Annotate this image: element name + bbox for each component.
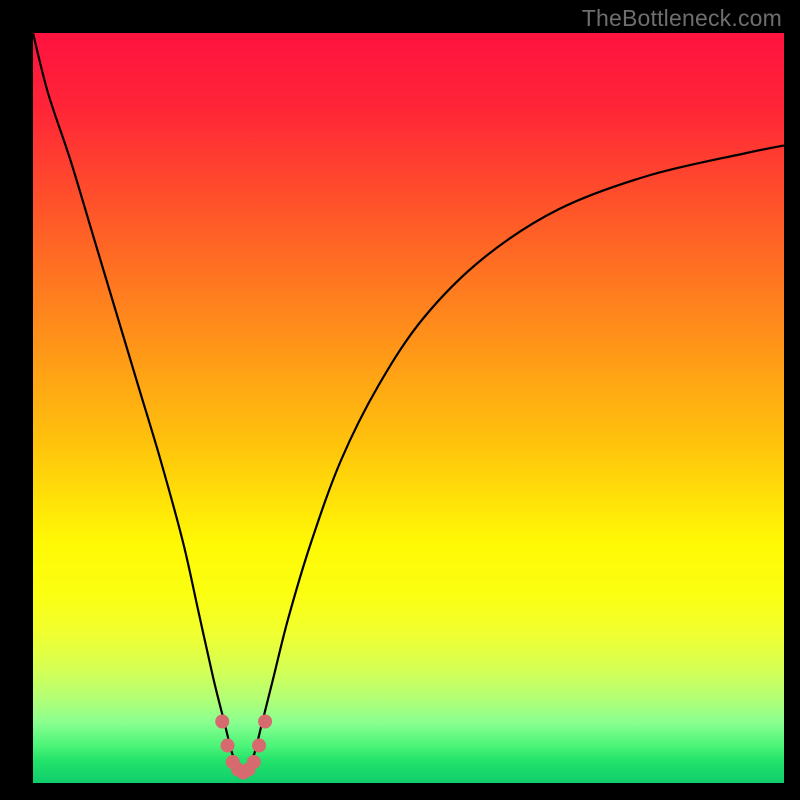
valley-marker	[215, 715, 229, 729]
valley-marker	[252, 739, 266, 753]
valley-marker	[221, 739, 235, 753]
bottleneck-curve	[33, 33, 784, 783]
chart-frame: TheBottleneck.com	[0, 0, 800, 800]
plot-area	[33, 33, 784, 783]
watermark-text: TheBottleneck.com	[582, 5, 782, 32]
valley-marker	[258, 715, 272, 729]
valley-marker	[247, 755, 261, 769]
